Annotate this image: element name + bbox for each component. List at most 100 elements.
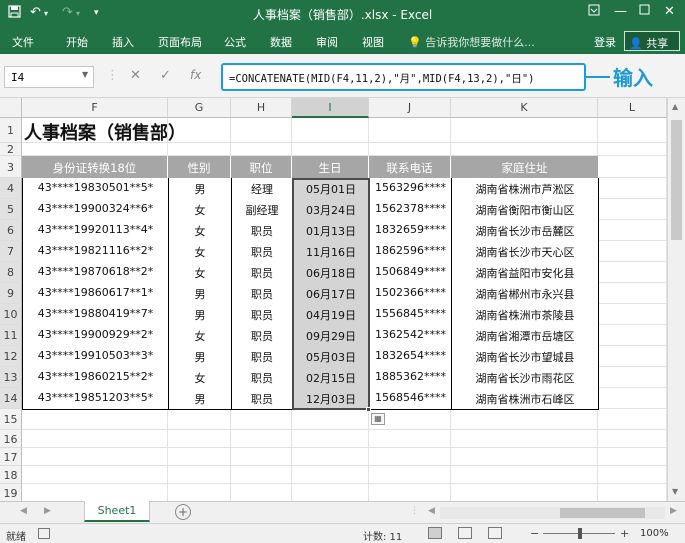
table-cell[interactable]: 1506849****: [369, 262, 452, 284]
vertical-scrollbar[interactable]: ▲ ▼: [667, 98, 685, 501]
row-header[interactable]: 13: [0, 367, 22, 388]
table-cell[interactable]: 43****19821116**2*: [22, 241, 169, 263]
row-header[interactable]: 7: [0, 241, 22, 262]
column-header-k[interactable]: K: [451, 98, 598, 118]
table-cell[interactable]: 女: [168, 325, 232, 347]
horizontal-scrollbar[interactable]: [440, 507, 665, 519]
tab-review[interactable]: 审阅: [316, 34, 338, 50]
next-sheet-icon[interactable]: ▶: [44, 506, 51, 516]
table-cell[interactable]: 湖南省株洲市芦淞区: [451, 178, 599, 200]
table-cell[interactable]: 男: [168, 178, 232, 200]
share-button[interactable]: 👤 共享: [624, 31, 680, 51]
table-cell[interactable]: 职员: [231, 325, 293, 347]
table-cell[interactable]: 女: [168, 220, 232, 242]
tab-formulas[interactable]: 公式: [224, 34, 246, 50]
maximize-icon[interactable]: [639, 4, 650, 19]
table-header-cell[interactable]: 家庭住址: [451, 156, 598, 178]
row-header[interactable]: 5: [0, 199, 22, 220]
table-cell[interactable]: 1568546****: [369, 388, 452, 410]
table-header-cell[interactable]: 生日: [292, 156, 369, 178]
auto-fill-options-icon[interactable]: ▦: [371, 413, 385, 425]
table-header-cell[interactable]: 联系电话: [369, 156, 451, 178]
scroll-thumb[interactable]: [671, 120, 682, 240]
table-cell[interactable]: 43****19860215**2*: [22, 367, 169, 389]
row-header[interactable]: 9: [0, 283, 22, 304]
row-header[interactable]: 2: [0, 143, 22, 156]
table-cell[interactable]: 职员: [231, 388, 293, 410]
page-break-view-icon[interactable]: [488, 527, 502, 539]
table-cell[interactable]: 湖南省衡阳市衡山区: [451, 199, 599, 221]
row-header[interactable]: 3: [0, 156, 22, 178]
table-header-cell[interactable]: 职位: [231, 156, 292, 178]
row-header[interactable]: 18: [0, 466, 22, 484]
table-cell[interactable]: 1563296****: [369, 178, 452, 200]
table-cell[interactable]: 女: [168, 367, 232, 389]
tab-file[interactable]: 文件: [12, 34, 34, 50]
table-cell[interactable]: 43****19830501**5*: [22, 178, 169, 200]
table-cell[interactable]: 职员: [231, 304, 293, 326]
select-all-corner[interactable]: [0, 98, 22, 118]
insert-function-icon[interactable]: fx: [190, 68, 201, 82]
table-cell[interactable]: 副经理: [231, 199, 293, 221]
table-cell[interactable]: 女: [168, 199, 232, 221]
table-cell[interactable]: 女: [168, 241, 232, 263]
ribbon-display-icon[interactable]: [588, 4, 600, 20]
row-header[interactable]: 19: [0, 484, 22, 502]
column-header-l[interactable]: L: [598, 98, 667, 118]
scroll-up-icon[interactable]: ▲: [672, 102, 678, 111]
column-header-i[interactable]: I: [292, 98, 369, 118]
page-layout-view-icon[interactable]: [458, 527, 472, 539]
table-cell[interactable]: 男: [168, 388, 232, 410]
row-header[interactable]: 17: [0, 448, 22, 466]
row-header[interactable]: 12: [0, 346, 22, 367]
table-cell[interactable]: 43****19900324**6*: [22, 199, 169, 221]
table-cell[interactable]: 湖南省株洲市茶陵县: [451, 304, 599, 326]
macro-record-icon[interactable]: [38, 528, 50, 539]
table-cell[interactable]: 1832659****: [369, 220, 452, 242]
table-cell[interactable]: 职员: [231, 262, 293, 284]
close-icon[interactable]: ✕: [664, 4, 675, 19]
table-cell[interactable]: 职员: [231, 283, 293, 305]
scroll-left-icon[interactable]: ◀: [428, 506, 435, 516]
tab-view[interactable]: 视图: [362, 34, 384, 50]
formula-input[interactable]: =CONCATENATE(MID(F4,11,2),"月",MID(F4,13,…: [221, 63, 586, 91]
table-cell[interactable]: 职员: [231, 220, 293, 242]
minimize-icon[interactable]: —: [614, 4, 627, 19]
table-cell[interactable]: 湖南省长沙市望城县: [451, 346, 599, 368]
table-cell[interactable]: 湖南省长沙市雨花区: [451, 367, 599, 389]
table-cell[interactable]: 经理: [231, 178, 293, 200]
prev-sheet-icon[interactable]: ◀: [20, 506, 27, 516]
table-cell[interactable]: 女: [168, 262, 232, 284]
normal-view-icon[interactable]: [428, 527, 442, 539]
table-cell[interactable]: 1832654****: [369, 346, 452, 368]
tab-home[interactable]: 开始: [66, 34, 88, 50]
tab-insert[interactable]: 插入: [112, 34, 134, 50]
table-cell[interactable]: 湖南省株洲市石峰区: [451, 388, 599, 410]
table-cell[interactable]: 43****19900929**2*: [22, 325, 169, 347]
sign-in-link[interactable]: 登录: [594, 34, 616, 50]
row-header[interactable]: 15: [0, 409, 22, 430]
row-header[interactable]: 1: [0, 118, 22, 143]
table-cell[interactable]: 43****19860617**1*: [22, 283, 169, 305]
row-header[interactable]: 8: [0, 262, 22, 283]
row-header[interactable]: 14: [0, 388, 22, 409]
row-header[interactable]: 4: [0, 178, 22, 199]
name-box[interactable]: I4: [4, 66, 94, 88]
table-cell[interactable]: 1362542****: [369, 325, 452, 347]
table-cell[interactable]: 1885362****: [369, 367, 452, 389]
scroll-thumb[interactable]: [560, 508, 645, 518]
sheet-tab-sheet1[interactable]: Sheet1: [84, 501, 150, 522]
table-cell[interactable]: 湖南省长沙市岳麓区: [451, 220, 599, 242]
scroll-down-icon[interactable]: ▼: [672, 487, 678, 496]
table-cell[interactable]: 43****19880419**7*: [22, 304, 169, 326]
table-cell[interactable]: 湖南省长沙市天心区: [451, 241, 599, 263]
row-header[interactable]: 6: [0, 220, 22, 241]
table-cell[interactable]: 43****19870618**2*: [22, 262, 169, 284]
table-cell[interactable]: 43****19920113**4*: [22, 220, 169, 242]
scroll-right-icon[interactable]: ▶: [670, 506, 677, 516]
zoom-level[interactable]: 100%: [640, 528, 669, 539]
table-cell[interactable]: 1556845****: [369, 304, 452, 326]
table-cell[interactable]: 湖南省益阳市安化县: [451, 262, 599, 284]
cancel-icon[interactable]: ✕: [130, 68, 141, 83]
column-header-g[interactable]: G: [168, 98, 231, 118]
